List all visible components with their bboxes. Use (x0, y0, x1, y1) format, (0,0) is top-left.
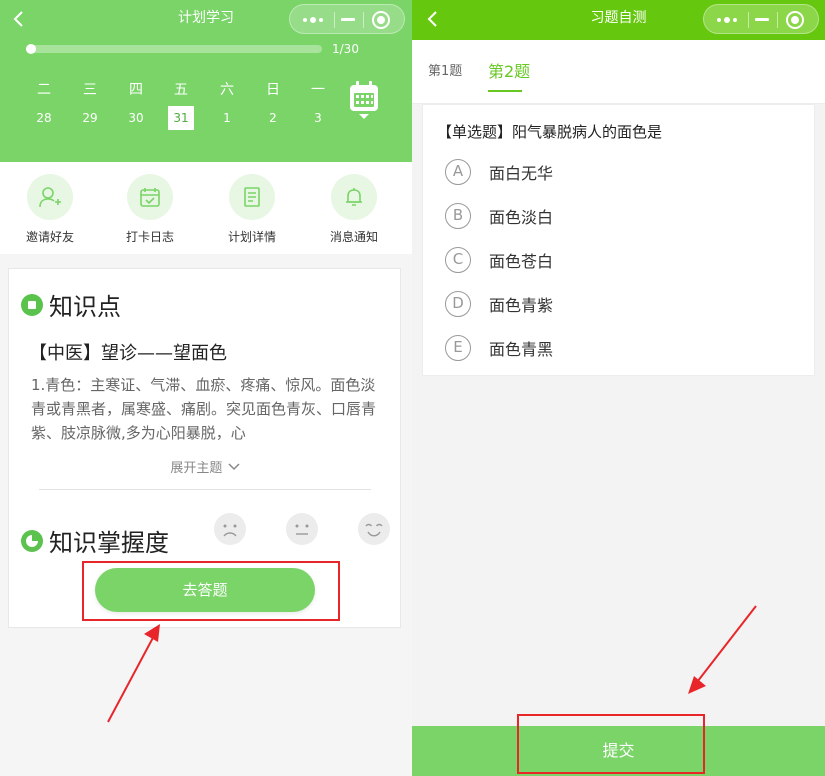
weekday-label: 二 (37, 82, 51, 98)
close-target-icon[interactable] (372, 11, 390, 29)
weekday-label: 三 (83, 82, 97, 98)
weekday-label: 日 (266, 82, 280, 98)
plan-study-screen: 计划学习 1/30 二 28 三 29 四 30 五 31 六1 日2 一3 邀… (0, 0, 412, 776)
plan-progress-bar (26, 45, 322, 53)
capsule-divider (334, 12, 335, 28)
exercise-screen: 习题自测 第1题 第2题 【单选题】阳气暴脱病人的面色是 A 面白无华 B 面色淡白… (412, 0, 825, 776)
capsule-divider (777, 12, 778, 28)
miniapp-capsule (703, 4, 819, 34)
minimize-icon[interactable] (755, 18, 769, 21)
quick-label: 打卡日志 (125, 230, 174, 244)
invite-icon (27, 174, 73, 220)
pie-chart-icon (21, 529, 43, 552)
day-item[interactable]: 二 28 (22, 80, 66, 132)
weekday-label: 五 (174, 82, 188, 98)
option-letter: C (445, 247, 471, 273)
option-text: 面色淡白 (489, 208, 554, 227)
annotation-arrow-icon (688, 605, 757, 694)
option-text: 面色青黑 (489, 340, 554, 359)
weekday-label: 六 (220, 82, 234, 98)
more-dots-icon[interactable] (714, 14, 746, 26)
highlight-box (82, 561, 340, 621)
date-label: 3 (314, 111, 322, 125)
miniapp-capsule (289, 4, 405, 34)
close-target-icon[interactable] (786, 11, 804, 29)
quick-checkin-log[interactable]: 打卡日志 (100, 174, 200, 245)
exercise-header: 习题自测 (412, 0, 825, 40)
document-icon (229, 174, 275, 220)
section-title-text: 知识掌握度 (49, 529, 169, 557)
date-label: 2 (269, 111, 277, 125)
day-item[interactable]: 四 30 (114, 80, 158, 132)
chevron-down-icon (228, 463, 240, 471)
option-letter: A (445, 159, 471, 185)
quick-label: 邀请好友 (25, 230, 74, 244)
option-letter: B (445, 203, 471, 229)
weekday-label: 四 (129, 82, 143, 98)
tab-question-1[interactable]: 第1题 (428, 60, 462, 79)
annotation-arrow-icon (107, 624, 160, 723)
option-c[interactable]: C 面色苍白 (445, 245, 553, 275)
capsule-divider (748, 12, 749, 28)
day-item-selected[interactable]: 五 31 (159, 80, 203, 132)
date-label: 31 (168, 106, 194, 130)
day-item[interactable]: 三 29 (68, 80, 112, 132)
expand-topic-link[interactable]: 展开主题 (9, 457, 402, 476)
question-tabs: 第1题 第2题 (412, 40, 825, 104)
option-d[interactable]: D 面色青紫 (445, 289, 553, 319)
option-text: 面色苍白 (489, 252, 554, 271)
weekday-label: 一 (311, 82, 325, 98)
day-item[interactable]: 一3 (296, 80, 340, 132)
quick-plan-details[interactable]: 计划详情 (202, 174, 302, 245)
quick-notifications[interactable]: 消息通知 (304, 174, 404, 245)
plan-progress-knob (26, 44, 36, 54)
question-text: 【单选题】阳气暴脱病人的面色是 (437, 123, 663, 141)
mastery-section-title: 知识掌握度 (21, 523, 169, 558)
option-text: 面白无华 (489, 164, 554, 183)
day-item[interactable]: 六1 (205, 80, 249, 132)
more-dots-icon[interactable] (300, 14, 332, 26)
calendar-button[interactable] (348, 80, 380, 122)
capsule-divider (363, 12, 364, 28)
calendar-check-icon (127, 174, 173, 220)
bell-icon (331, 174, 377, 220)
date-label: 1 (223, 111, 231, 125)
plan-progress-label: 1/30 (332, 42, 359, 56)
calendar-icon (350, 81, 378, 119)
knowledge-section-title: 知识点 (21, 287, 121, 322)
option-b[interactable]: B 面色淡白 (445, 201, 553, 231)
question-card: 【单选题】阳气暴脱病人的面色是 A 面白无华 B 面色淡白 C 面色苍白 D 面色青紫 … (422, 104, 815, 376)
option-letter: E (445, 335, 471, 361)
section-title-text: 知识点 (49, 293, 121, 321)
knowledge-title: 【中医】望诊——望面色 (29, 343, 227, 364)
book-icon (21, 293, 43, 316)
option-letter: D (445, 291, 471, 317)
plan-header: 计划学习 1/30 二 28 三 29 四 30 五 31 六1 日2 一3 (0, 0, 412, 162)
active-tab-underline (488, 90, 522, 92)
week-strip: 二 28 三 29 四 30 五 31 六1 日2 一3 (22, 80, 342, 132)
date-label: 29 (82, 111, 98, 125)
sad-face-icon[interactable] (214, 513, 246, 545)
neutral-face-icon[interactable] (286, 513, 318, 545)
option-text: 面色青紫 (489, 296, 554, 315)
quick-actions: 邀请好友 打卡日志 计划详情 消息通知 (0, 162, 412, 254)
date-label: 28 (36, 111, 52, 125)
expand-label: 展开主题 (170, 461, 223, 476)
date-label: 30 (128, 111, 144, 125)
quick-label: 消息通知 (329, 230, 378, 244)
divider (39, 489, 371, 490)
option-e[interactable]: E 面色青黑 (445, 333, 553, 363)
option-a[interactable]: A 面白无华 (445, 157, 553, 187)
quick-label: 计划详情 (227, 230, 276, 244)
happy-face-icon[interactable] (358, 513, 390, 545)
minimize-icon[interactable] (341, 18, 355, 21)
knowledge-body: 1.青色：主寒证、气滞、血瘀、疼痛、惊风。面色淡青或青黑者，属寒盛、痛剧。突见面… (31, 376, 377, 442)
day-item[interactable]: 日2 (251, 80, 295, 132)
highlight-box (517, 714, 705, 774)
tab-question-2[interactable]: 第2题 (488, 58, 530, 82)
quick-invite-friends[interactable]: 邀请好友 (0, 174, 100, 245)
